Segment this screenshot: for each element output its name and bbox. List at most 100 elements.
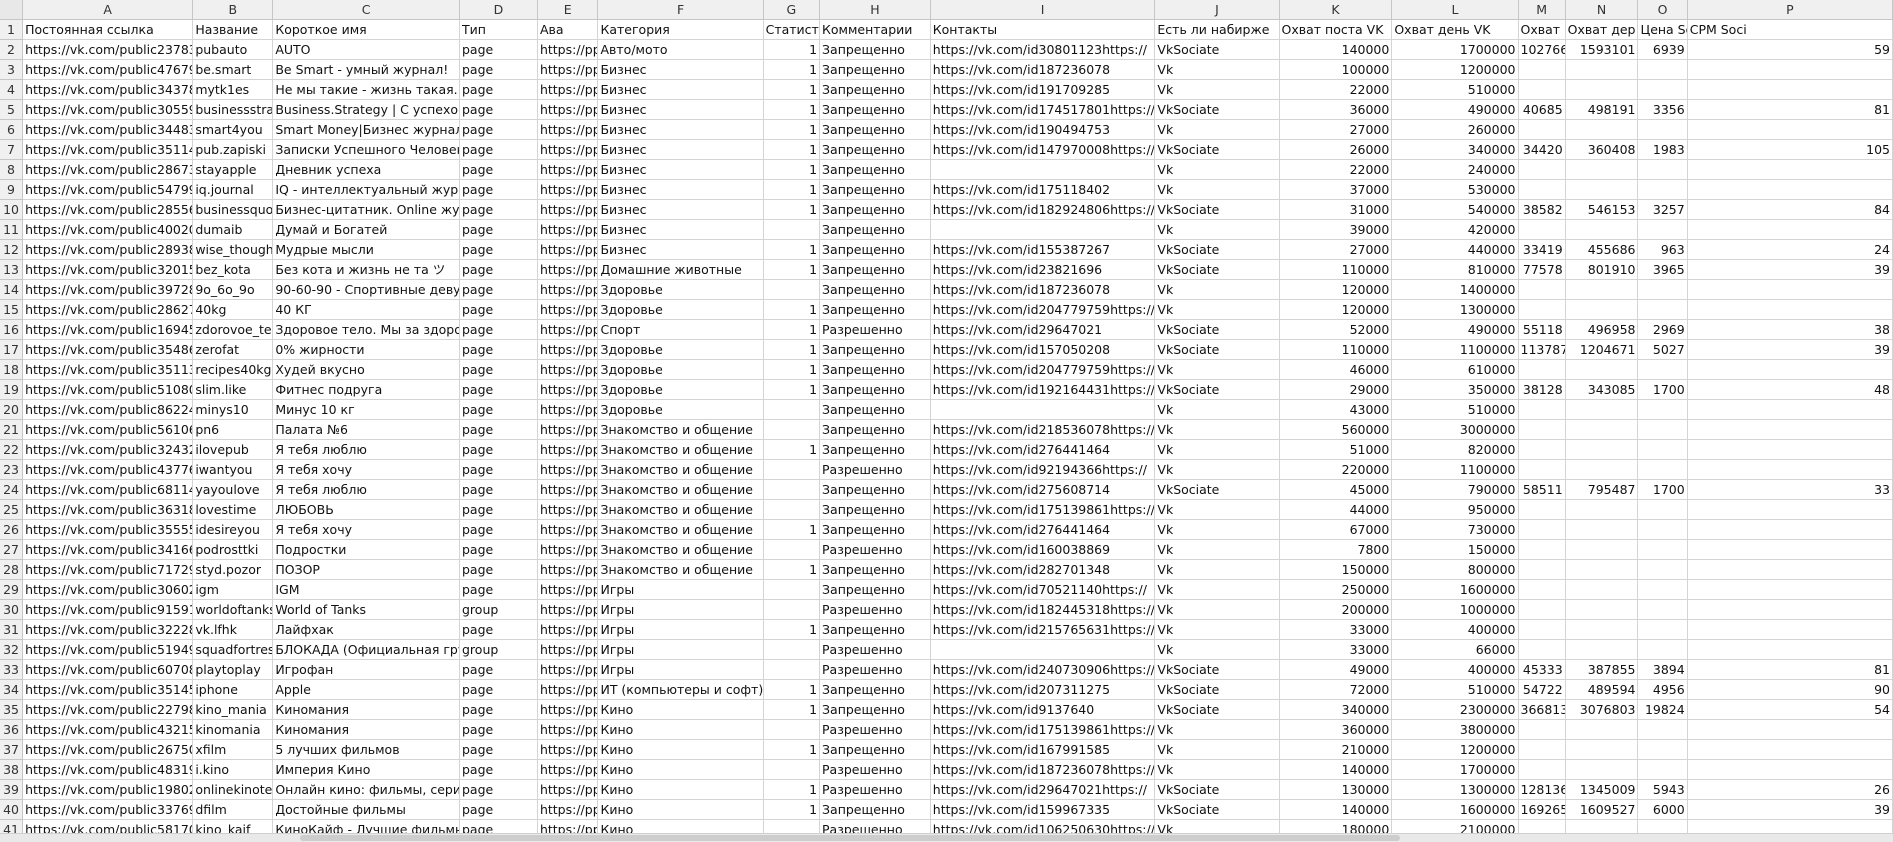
cell[interactable]: Запрещенно	[819, 279, 931, 300]
cell[interactable]: https://vk.com/public54799401	[22, 179, 194, 200]
cell[interactable]: https://vk.com/id240730906https://	[930, 659, 1156, 680]
cell[interactable]: VkSociate	[1154, 799, 1280, 820]
cell[interactable]: 510000	[1391, 79, 1519, 100]
column-header-j[interactable]: J	[1154, 0, 1280, 20]
cell[interactable]: https://pp.	[537, 399, 599, 420]
cell[interactable]: 9o_6o_9o	[192, 279, 274, 300]
cell[interactable]: https://vk.com/public34378420	[22, 79, 194, 100]
cell[interactable]	[763, 499, 821, 520]
cell[interactable]: 1204671	[1565, 339, 1639, 360]
cell[interactable]: 489594	[1565, 679, 1639, 700]
cell[interactable]	[1518, 759, 1566, 780]
cell[interactable]: 39	[1687, 339, 1893, 360]
cell[interactable]: 48	[1687, 379, 1893, 400]
cell[interactable]: 530000	[1391, 179, 1519, 200]
cell[interactable]: 39	[1687, 799, 1893, 820]
cell[interactable]: https://vk.com/public34166518	[22, 539, 194, 560]
cell[interactable]: 27000	[1279, 239, 1393, 260]
cell[interactable]: 26	[1687, 779, 1893, 800]
cell[interactable]: 1300000	[1391, 779, 1519, 800]
cell[interactable]	[1637, 159, 1688, 180]
header-cell[interactable]: Цена Soci	[1637, 19, 1688, 40]
cell[interactable]: https://vk.com/id175118402	[930, 179, 1156, 200]
cell[interactable]: 45000	[1279, 479, 1393, 500]
cell[interactable]	[1518, 599, 1566, 620]
cell[interactable]: 40685	[1518, 99, 1566, 120]
cell[interactable]: https://pp.	[537, 339, 599, 360]
cell[interactable]: page	[459, 179, 538, 200]
cell[interactable]	[1637, 519, 1688, 540]
row-number[interactable]: 11	[0, 219, 24, 240]
cell[interactable]	[1518, 619, 1566, 640]
cell[interactable]: 1983	[1637, 139, 1688, 160]
cell[interactable]: 240000	[1391, 159, 1519, 180]
cell[interactable]	[1637, 559, 1688, 580]
row-number[interactable]: 21	[0, 419, 24, 440]
cell[interactable]: https://pp.	[537, 139, 599, 160]
cell[interactable]	[1687, 179, 1893, 200]
cell[interactable]	[763, 539, 821, 560]
cell[interactable]	[1518, 639, 1566, 660]
cell[interactable]	[1565, 79, 1639, 100]
cell[interactable]: 1700000	[1391, 759, 1519, 780]
cell[interactable]: https://vk.com/public39728801	[22, 279, 194, 300]
cell[interactable]: https://vk.com/public9159189	[22, 599, 194, 620]
cell[interactable]: 400000	[1391, 619, 1519, 640]
cell[interactable]: group	[459, 639, 538, 660]
cell[interactable]: 3257	[1637, 199, 1688, 220]
cell[interactable]: Кино	[597, 699, 764, 720]
cell[interactable]: 120000	[1279, 279, 1393, 300]
cell[interactable]: minys10	[192, 399, 274, 420]
cell[interactable]	[1518, 299, 1566, 320]
cell[interactable]: https://vk.com/id187236078https://	[930, 759, 1156, 780]
cell[interactable]: kino_mania	[192, 699, 274, 720]
cell[interactable]: https://vk.com/public51080434	[22, 379, 194, 400]
cell[interactable]: https://pp.	[537, 699, 599, 720]
cell[interactable]	[1518, 539, 1566, 560]
cell[interactable]: https://pp.	[537, 559, 599, 580]
row-number[interactable]: 18	[0, 359, 24, 380]
cell[interactable]: Здоровье	[597, 379, 764, 400]
cell[interactable]: Vk	[1154, 59, 1280, 80]
cell[interactable]: 51000	[1279, 439, 1393, 460]
cell[interactable]: i.kino	[192, 759, 274, 780]
row-number[interactable]: 15	[0, 299, 24, 320]
cell[interactable]: yayoulove	[192, 479, 274, 500]
cell[interactable]: https://pp.	[537, 799, 599, 820]
cell[interactable]: https://pp.	[537, 39, 599, 60]
cell[interactable]: 1600000	[1391, 799, 1519, 820]
cell[interactable]	[1565, 519, 1639, 540]
cell[interactable]: Разрешенно	[819, 719, 931, 740]
cell[interactable]: Без кота и жизнь не та ツ	[272, 259, 460, 280]
cell[interactable]	[763, 479, 821, 500]
cell[interactable]: Vk	[1154, 179, 1280, 200]
cell[interactable]	[1518, 739, 1566, 760]
cell[interactable]: https://pp.	[537, 299, 599, 320]
cell[interactable]: Я тебя хочу	[272, 459, 460, 480]
cell[interactable]: 1	[763, 139, 821, 160]
cell[interactable]: Запрещенно	[819, 219, 931, 240]
cell[interactable]: 67000	[1279, 519, 1393, 540]
row-number[interactable]: 19	[0, 379, 24, 400]
cell[interactable]: 38128	[1518, 379, 1566, 400]
cell[interactable]	[1565, 579, 1639, 600]
cell[interactable]: 1	[763, 559, 821, 580]
cell[interactable]: 250000	[1279, 579, 1393, 600]
header-cell[interactable]: Комментарии	[819, 19, 931, 40]
cell[interactable]: Бизнес-цитатник. Online журнал	[272, 199, 460, 220]
cell[interactable]: Разрешенно	[819, 779, 931, 800]
cell[interactable]	[1518, 519, 1566, 540]
cell[interactable]: 6939	[1637, 39, 1688, 60]
cell[interactable]: Игры	[597, 659, 764, 680]
cell[interactable]: 19824	[1637, 699, 1688, 720]
cell[interactable]: 140000	[1279, 799, 1393, 820]
cell[interactable]: Запрещенно	[819, 339, 931, 360]
cell[interactable]: 81	[1687, 659, 1893, 680]
row-number[interactable]: 3	[0, 59, 24, 80]
cell[interactable]	[1518, 499, 1566, 520]
cell[interactable]: 84	[1687, 199, 1893, 220]
cell[interactable]	[1637, 539, 1688, 560]
cell[interactable]: page	[459, 259, 538, 280]
cell[interactable]: Vk	[1154, 459, 1280, 480]
cell[interactable]	[1637, 459, 1688, 480]
